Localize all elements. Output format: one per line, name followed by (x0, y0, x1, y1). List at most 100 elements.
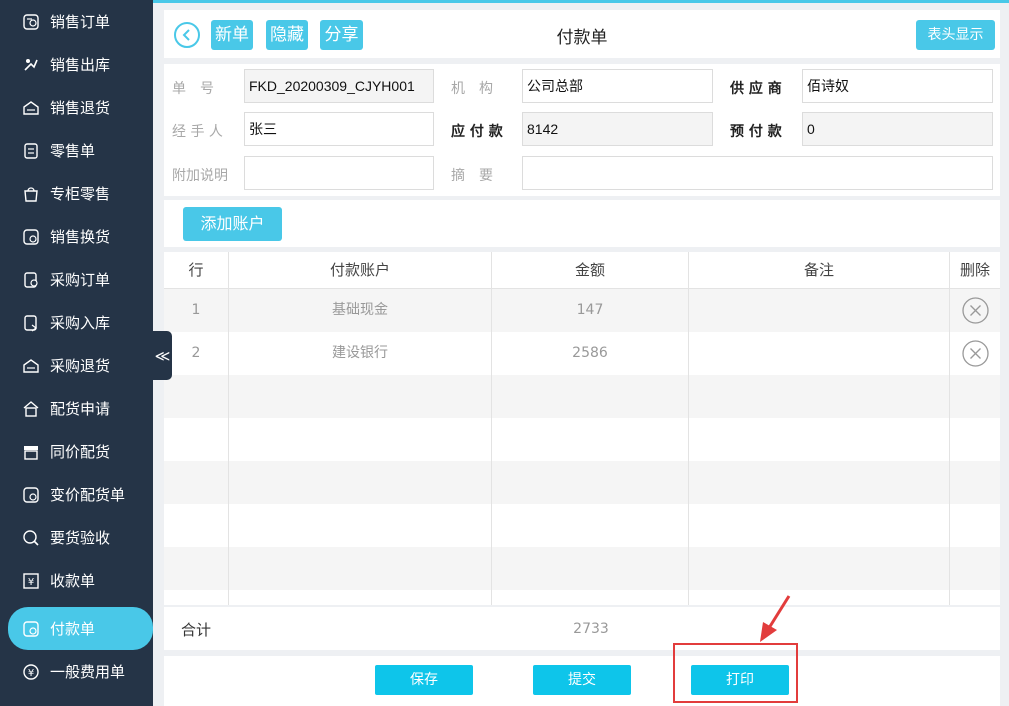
column-header-remark: 备注 (803, 261, 834, 279)
add-account-button[interactable]: 添加账户 (183, 207, 282, 241)
column-divider (491, 252, 492, 605)
double-chevron-left-icon: ≪ (154, 346, 171, 365)
header-display-button[interactable]: 表头显示 (916, 20, 995, 50)
sidebar-item-variable-price-distribution[interactable]: 变价配货单 (0, 473, 153, 516)
sidebar: 销售订单 销售出库 销售退货 零售单 专柜零售 销售换货 采购订单 采购入库 采… (0, 0, 153, 706)
note-field[interactable] (244, 156, 434, 190)
payable-label: 应 付 款 (451, 124, 503, 140)
column-header-row: 行 (188, 261, 204, 279)
form-panel: 单 号 FKD_20200309_CJYH001 机 构 公司总部 供 应 商 … (164, 64, 1000, 196)
delete-row-icon[interactable] (962, 297, 989, 324)
sidebar-item-purchase-order[interactable]: 采购订单 (0, 258, 153, 301)
handler-field[interactable]: 张三 (244, 112, 434, 146)
sidebar-item-label: 销售出库 (50, 56, 111, 74)
remark-cell[interactable] (689, 289, 949, 332)
order-no-field[interactable]: FKD_20200309_CJYH001 (244, 69, 434, 103)
sidebar-item-label: 零售单 (50, 142, 96, 160)
expense-icon: ¥ (22, 663, 40, 681)
sidebar-item-label: 同价配货 (50, 443, 111, 461)
total-label: 合计 (181, 621, 212, 639)
note-label: 附加说明 (172, 168, 228, 184)
receipt-icon: ¥ (22, 572, 40, 590)
sidebar-item-label: 销售换货 (50, 228, 111, 246)
sidebar-item-label: 采购订单 (50, 271, 111, 289)
amount-cell[interactable]: 147 (492, 289, 688, 332)
org-label: 机 构 (451, 81, 493, 97)
sidebar-collapse-toggle[interactable]: ≪ (153, 331, 172, 380)
header-bar: 新单 隐藏 分享 付款单 表头显示 (164, 10, 1000, 58)
org-field[interactable]: 公司总部 (522, 69, 713, 103)
remark-cell[interactable] (689, 332, 949, 375)
table-row-empty (164, 418, 1000, 461)
sidebar-item-label: 要货验收 (50, 529, 111, 547)
summary-field[interactable] (522, 156, 993, 190)
total-amount: 2733 (573, 621, 609, 637)
column-divider (228, 252, 229, 605)
main-content: 新单 隐藏 分享 付款单 表头显示 单 号 FKD_20200309_CJYH0… (153, 0, 1009, 706)
sidebar-item-distribution-request[interactable]: 配货申请 (0, 387, 153, 430)
order-no-label: 单 号 (172, 81, 214, 97)
row-number: 2 (191, 345, 201, 361)
purchase-inbound-icon (22, 314, 40, 332)
account-cell[interactable]: 基础现金 (229, 289, 491, 332)
add-account-panel: 添加账户 (164, 200, 1000, 247)
sidebar-item-sales-return[interactable]: 销售退货 (0, 86, 153, 129)
table-row-empty (164, 504, 1000, 547)
sidebar-item-expense[interactable]: ¥ 一般费用单 (0, 650, 153, 693)
sidebar-item-receipt[interactable]: ¥ 收款单 (0, 559, 153, 602)
sales-order-icon (22, 13, 40, 31)
column-header-delete: 删除 (959, 261, 990, 279)
supplier-field[interactable]: 佰诗奴 (802, 69, 993, 103)
print-button[interactable]: 打印 (691, 665, 789, 695)
same-price-distribution-icon (22, 443, 40, 461)
handler-label: 经 手 人 (172, 124, 223, 140)
prepaid-field[interactable]: 0 (802, 112, 993, 146)
svg-text:¥: ¥ (28, 577, 34, 588)
goods-acceptance-icon (22, 529, 40, 547)
sidebar-item-same-price-distribution[interactable]: 同价配货 (0, 430, 153, 473)
sidebar-item-counter-retail[interactable]: 专柜零售 (0, 172, 153, 215)
amount-cell[interactable]: 2586 (492, 332, 688, 375)
sidebar-item-label: 配货申请 (50, 400, 111, 418)
sidebar-item-label: 专柜零售 (50, 185, 111, 203)
distribution-request-icon (22, 400, 40, 418)
sidebar-item-purchase-inbound[interactable]: 采购入库 (0, 301, 153, 344)
total-panel: 合计 2733 (164, 607, 1000, 650)
sidebar-item-sales-outbound[interactable]: 销售出库 (0, 43, 153, 86)
column-divider (949, 252, 950, 605)
table-row[interactable]: 1 基础现金 147 (164, 289, 1000, 332)
sidebar-item-payment[interactable]: 付款单 (8, 607, 153, 650)
column-divider (688, 252, 689, 605)
delete-row-icon[interactable] (962, 340, 989, 367)
account-cell[interactable]: 建设银行 (229, 332, 491, 375)
sales-outbound-icon (22, 56, 40, 74)
top-accent-bar (153, 0, 1009, 3)
table-row[interactable]: 2 建设银行 2586 (164, 332, 1000, 375)
action-bar: 保存 提交 打印 (164, 656, 1000, 706)
sidebar-item-label: 销售退货 (50, 99, 111, 117)
purchase-return-icon (22, 357, 40, 375)
sidebar-item-goods-acceptance[interactable]: 要货验收 (0, 516, 153, 559)
table-row-empty (164, 461, 1000, 504)
column-header-account: 付款账户 (329, 261, 390, 279)
payable-field[interactable]: 8142 (522, 112, 713, 146)
sidebar-item-label: 付款单 (50, 620, 96, 638)
page-title: 付款单 (556, 28, 608, 48)
sidebar-item-purchase-return[interactable]: 采购退货 (0, 344, 153, 387)
prepaid-label: 预 付 款 (730, 124, 782, 140)
save-button[interactable]: 保存 (375, 665, 473, 695)
column-header-amount: 金额 (574, 261, 605, 279)
payment-icon (22, 620, 40, 638)
sidebar-item-retail-order[interactable]: 零售单 (0, 129, 153, 172)
sales-exchange-icon (22, 228, 40, 246)
summary-label: 摘 要 (451, 168, 493, 184)
sidebar-item-label: 采购入库 (50, 314, 111, 332)
submit-button[interactable]: 提交 (533, 665, 631, 695)
table-row-empty (164, 547, 1000, 590)
counter-retail-icon (22, 185, 40, 203)
retail-order-icon (22, 142, 40, 160)
table-row-empty (164, 375, 1000, 418)
sidebar-item-label: 变价配货单 (50, 486, 126, 504)
sidebar-item-sales-order[interactable]: 销售订单 (0, 0, 153, 43)
sidebar-item-sales-exchange[interactable]: 销售换货 (0, 215, 153, 258)
